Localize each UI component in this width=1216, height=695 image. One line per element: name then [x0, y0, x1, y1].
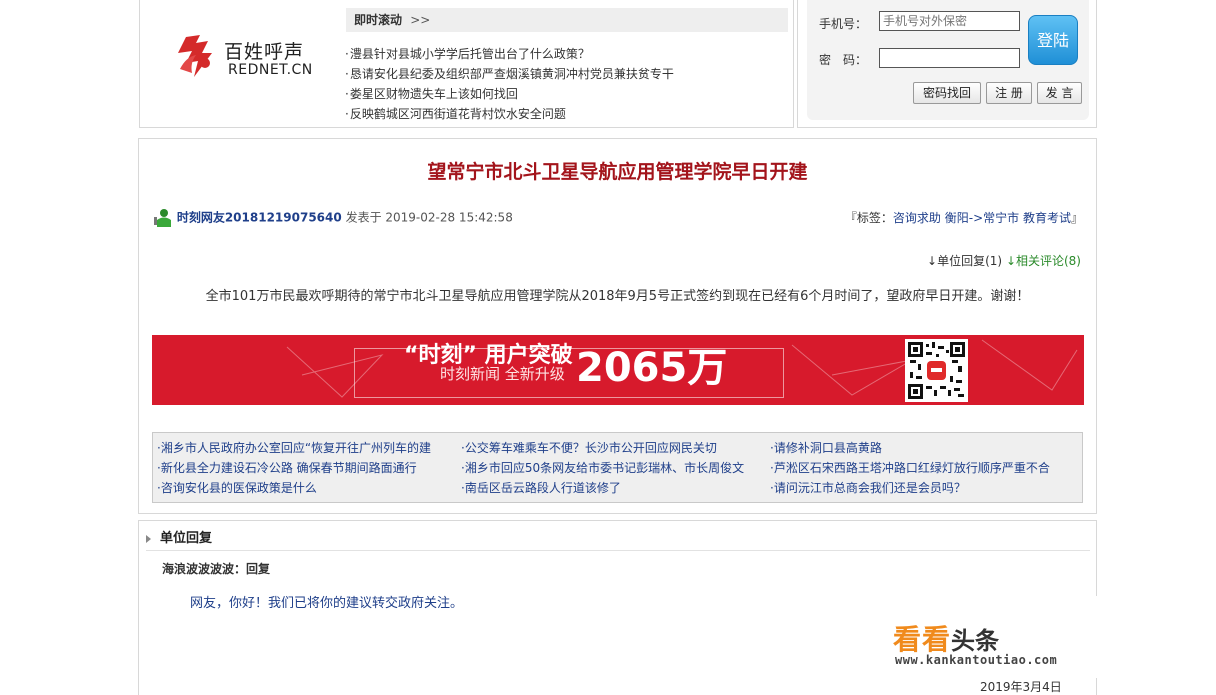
- unit-reply-link[interactable]: ↓单位回复(1): [927, 254, 1002, 268]
- article-content: 全市101万市民最欢呼期待的常宁市北斗卫星导航应用管理学院从2018年9月5号正…: [205, 289, 1030, 304]
- related-link[interactable]: 芦淞区石宋西路王塔冲路口红绿灯放行顺序严重不合: [770, 458, 1050, 478]
- tags-suffix: 』: [1070, 211, 1083, 225]
- article-meta: 时刻网友20181219075640 发表于 2019-02-28 15:42:…: [153, 208, 513, 228]
- related-link[interactable]: 咨询安化县的医保政策是什么: [157, 478, 431, 498]
- watermark-url: www.kankantoutiao.com: [895, 653, 1058, 667]
- related-link[interactable]: 请修补洞口县高黄路: [770, 438, 1050, 458]
- reply-divider: [146, 550, 1090, 551]
- related-links-column: 湘乡市人民政府办公室回应“恢复开往广州列车的建 新化县全力建设石冷公路 确保春节…: [157, 438, 431, 498]
- post-button[interactable]: 发 言: [1037, 82, 1082, 104]
- rednet-logo-icon: [178, 35, 212, 77]
- news-ticker-title: 即时滚动: [354, 13, 403, 27]
- related-links-column: 请修补洞口县高黄路 芦淞区石宋西路王塔冲路口红绿灯放行顺序严重不合 请问沅江市总…: [770, 438, 1050, 498]
- register-button[interactable]: 注 册: [986, 82, 1032, 104]
- related-link[interactable]: 南岳区岳云路段人行道该修了: [461, 478, 744, 498]
- news-ticker-item[interactable]: 澧县针对县城小学学后托管出台了什么政策？: [345, 44, 790, 64]
- qr-code-icon: [905, 339, 968, 402]
- article-author-link[interactable]: 时刻网友20181219075640: [177, 211, 342, 225]
- reply-section-header: 单位回复: [146, 527, 212, 546]
- promo-banner[interactable]: “时刻” 用户突破 时刻新闻 全新升级 2065万: [152, 335, 1084, 405]
- logo-cn-text: 百姓呼声: [224, 41, 305, 63]
- find-password-button[interactable]: 密码找回: [913, 82, 981, 104]
- phone-input[interactable]: [879, 11, 1020, 31]
- reply-section-title: 单位回复: [160, 531, 213, 546]
- password-input[interactable]: [879, 48, 1020, 68]
- related-link[interactable]: 湘乡市人民政府办公室回应“恢复开往广州列车的建: [157, 438, 431, 458]
- article-publish-time: 发表于 2019-02-28 15:42:58: [345, 210, 513, 225]
- tag-link[interactable]: 咨询求助: [893, 211, 941, 225]
- tags-prefix: 『标签：: [844, 211, 893, 225]
- login-button[interactable]: 登陆: [1028, 15, 1078, 65]
- user-avatar-icon: [154, 209, 171, 227]
- reply-date: 2019年3月4日: [980, 680, 1062, 694]
- related-comments-link[interactable]: ↓相关评论(8): [1006, 254, 1081, 268]
- news-ticker-more-link[interactable]: >>: [410, 13, 430, 27]
- site-logo[interactable]: 百姓呼声 REDNET.CN: [172, 33, 322, 81]
- related-link[interactable]: 公交筹车难乘车不便？长沙市公开回应网民关切: [461, 438, 744, 458]
- news-ticker-item[interactable]: 反映鹤城区河西街道花背村饮水安全问题: [345, 104, 790, 124]
- news-ticker-item[interactable]: 恳请安化县纪委及组织部严查烟溪镇黄洞冲村党员兼扶贫专干: [345, 64, 790, 84]
- related-link[interactable]: 湘乡市回应50条网友给市委书记彭瑞林、市长周俊文: [461, 458, 744, 478]
- tag-link[interactable]: 教育考试: [1023, 211, 1071, 225]
- tag-link[interactable]: 衡阳->常宁市: [945, 211, 1019, 225]
- news-ticker-item[interactable]: 娄星区财物遗失车上该如何找回: [345, 84, 790, 104]
- reply-text: 网友，你好！我们已将你的建议转交政府关注。: [190, 596, 464, 611]
- related-links-column: 公交筹车难乘车不便？长沙市公开回应网民关切 湘乡市回应50条网友给市委书记彭瑞林…: [461, 438, 744, 498]
- phone-label: 手机号：: [819, 17, 868, 31]
- news-ticker-list: 澧县针对县城小学学后托管出台了什么政策？ 恳请安化县纪委及组织部严查烟溪镇黄洞冲…: [345, 44, 790, 124]
- reply-anchor-links: ↓单位回复(1) ↓相关评论(8): [927, 252, 1081, 269]
- related-link[interactable]: 新化县全力建设石冷公路 确保春节期间路面通行: [157, 458, 431, 478]
- watermark-brand-dark: 头条: [951, 627, 1000, 655]
- triangle-right-icon: [146, 534, 151, 543]
- logo-en-text: REDNET.CN: [228, 62, 313, 78]
- article-title: 望常宁市北斗卫星导航应用管理学院早日开建: [427, 161, 808, 183]
- article-tags: 『标签：咨询求助 衡阳->常宁市 教育考试』: [845, 209, 1083, 226]
- watermark-brand-orange: 看看: [893, 623, 952, 656]
- watermark-brand: 看看头条: [893, 618, 999, 658]
- news-ticker-header: 即时滚动 >>: [346, 8, 788, 32]
- password-label: 密 码：: [819, 53, 868, 67]
- related-link[interactable]: 请问沅江市总商会我们还是会员吗？: [770, 478, 1050, 498]
- banner-number: 2065万: [576, 345, 728, 391]
- reply-unit-name: 海浪波波波波：回复: [162, 562, 271, 576]
- banner-subline: 时刻新闻 全新升级: [440, 365, 565, 383]
